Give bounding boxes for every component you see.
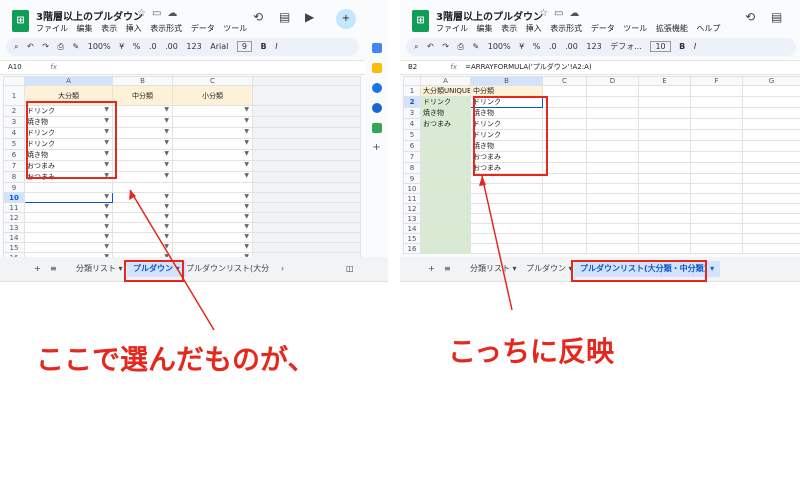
left-arrow <box>129 189 215 331</box>
left-caption: ここで選んだものが、 <box>36 343 316 376</box>
right-arrow <box>481 175 513 311</box>
right-arrowhead <box>479 176 486 186</box>
right-caption: こっちに反映 <box>448 335 615 368</box>
annotation-arrows <box>129 175 513 331</box>
